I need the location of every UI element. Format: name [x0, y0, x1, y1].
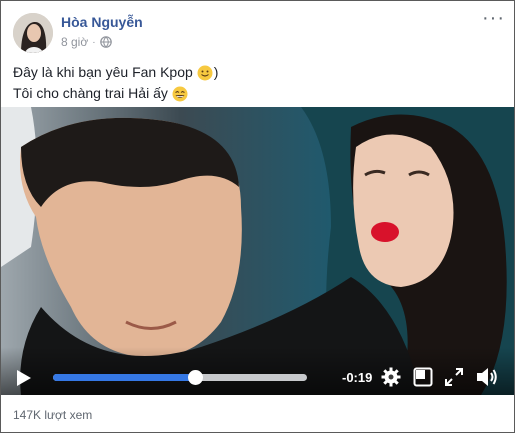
remaining-time: -0:19: [342, 370, 373, 385]
fullscreen-icon[interactable]: [445, 368, 463, 386]
post-timestamp[interactable]: 8 giờ: [61, 35, 88, 49]
picture-in-picture-icon[interactable]: [413, 367, 433, 387]
mention-link[interactable]: Hải ấy: [128, 83, 168, 104]
post-text-1-suffix: ): [213, 64, 219, 80]
play-icon[interactable]: [16, 369, 32, 387]
post-meta: 8 giờ ·: [61, 35, 112, 49]
post-card: Hòa Nguyễn 8 giờ · ··· Đây là khi bạn yê…: [0, 0, 515, 433]
post-text-line-1: Đây là khi bạn yêu Fan Kpop ): [13, 62, 218, 83]
video-player[interactable]: -0:19: [1, 107, 514, 395]
volume-icon[interactable]: [475, 366, 499, 388]
post-text-1: Đây là khi bạn yêu Fan Kpop: [13, 64, 193, 80]
more-options-icon[interactable]: ···: [482, 8, 504, 29]
video-controls: [1, 347, 514, 395]
gear-icon[interactable]: [381, 367, 401, 387]
separator-dot: ·: [92, 36, 96, 48]
post-text-2: Tôi cho chàng trai: [13, 85, 129, 101]
avatar[interactable]: [13, 13, 53, 53]
post-text: Đây là khi bạn yêu Fan Kpop ) Tôi cho ch…: [13, 62, 218, 104]
progress-fill: [53, 374, 196, 381]
view-count[interactable]: 147K lượt xem: [13, 408, 92, 422]
slightly-smiling-emoji: [197, 65, 213, 80]
post-text-line-2: Tôi cho chàng trai Hải ấy: [13, 83, 218, 104]
globe-icon[interactable]: [99, 36, 112, 48]
progress-track[interactable]: [53, 370, 307, 385]
author-name[interactable]: Hòa Nguyễn: [61, 14, 143, 30]
laughing-emoji: [172, 86, 188, 101]
